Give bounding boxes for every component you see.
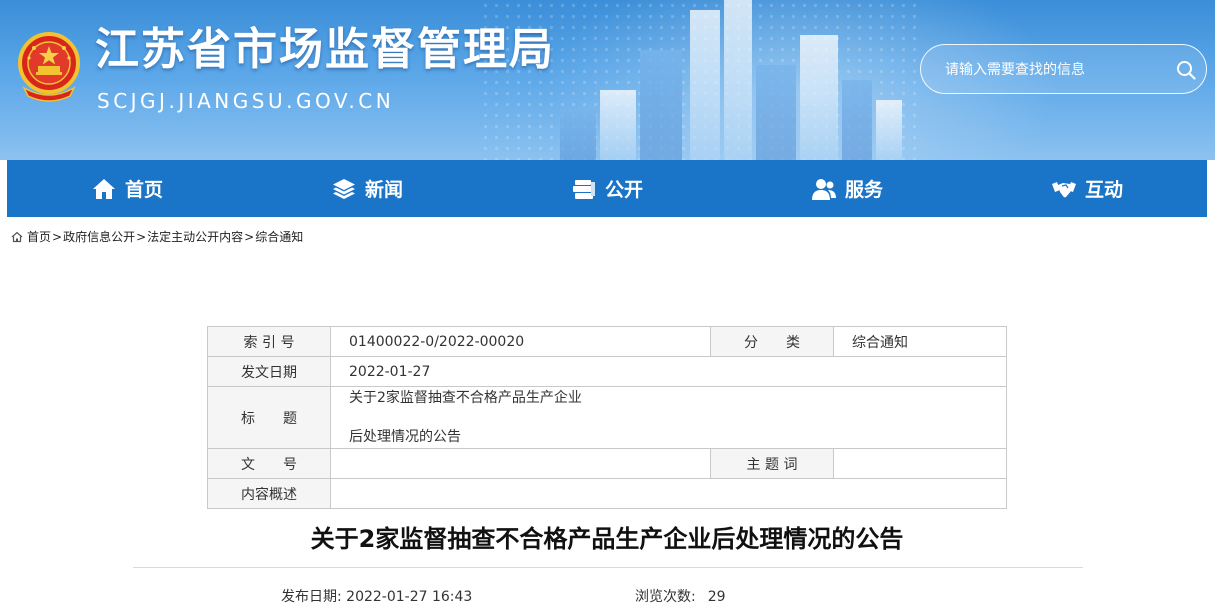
breadcrumb-home[interactable]: 首页 (27, 228, 51, 245)
skyline-building (800, 35, 838, 160)
table-row: 文 号 主 题 词 (207, 448, 1007, 479)
nav-item-home[interactable]: 首页 (79, 160, 175, 217)
table-row: 内容概述 (207, 478, 1007, 509)
site-url: SCJGJ.JIANGSU.GOV.CN (97, 89, 395, 113)
main-nav: 首页 新闻 公开 服务 互动 (7, 160, 1207, 217)
home-icon (92, 178, 115, 199)
keyword-label: 主 题 词 (710, 448, 834, 479)
nav-item-label: 服务 (844, 179, 883, 201)
views-count: 29 (707, 589, 726, 605)
table-row: 发文日期 2022-01-27 (207, 356, 1007, 387)
keyword-value (833, 448, 1007, 479)
document-stack-icon (572, 179, 595, 199)
breadcrumb-separator: > (136, 229, 147, 244)
nav-item-label: 首页 (124, 179, 163, 201)
views-label: 浏览次数: (635, 589, 696, 605)
skyline-building (842, 80, 872, 160)
table-row: 索 引 号 01400022-0/2022-00020 分 类 综合通知 (207, 326, 1007, 357)
users-icon (811, 178, 836, 200)
index-label: 索 引 号 (207, 326, 331, 357)
skyline-building (560, 110, 596, 160)
site-title: 江苏省市场监督管理局 (95, 24, 555, 75)
title-value: 关于2家监督抽查不合格产品生产企业 后处理情况的公告 (330, 386, 1007, 449)
breadcrumb-separator: > (52, 229, 63, 244)
docno-value (330, 448, 711, 479)
breadcrumb-general-notice[interactable]: 综合通知 (255, 228, 303, 245)
skyline-building (724, 0, 752, 160)
date-label: 发文日期 (207, 356, 331, 387)
category-value: 综合通知 (833, 326, 1007, 357)
date-value: 2022-01-27 (330, 356, 1007, 387)
publish-label: 发布日期: (281, 589, 342, 605)
breadcrumb-gov-info[interactable]: 政府信息公开 (63, 228, 135, 245)
nav-item-service[interactable]: 服务 (799, 160, 895, 217)
index-value: 01400022-0/2022-00020 (330, 326, 711, 357)
summary-value (330, 478, 1007, 509)
search-input[interactable] (945, 57, 1165, 83)
home-icon (11, 231, 23, 242)
title-value-line: 后处理情况的公告 (349, 429, 461, 445)
skyline-building (690, 10, 720, 160)
summary-label: 内容概述 (207, 478, 331, 509)
nav-item-label: 公开 (604, 179, 643, 201)
search-box (920, 44, 1207, 94)
main-content: 首页 > 政府信息公开 > 法定主动公开内容 > 综合通知 索 引 号 0140… (7, 217, 1207, 611)
breadcrumb-separator: > (244, 229, 255, 244)
title-label: 标 题 (207, 386, 331, 449)
nav-item-news[interactable]: 新闻 (319, 160, 415, 217)
category-label: 分 类 (710, 326, 834, 357)
skyline-building (756, 65, 796, 160)
title-value-line: 关于2家监督抽查不合格产品生产企业 (349, 390, 582, 406)
divider (133, 567, 1083, 568)
skyline-building (876, 100, 902, 160)
table-row: 标 题 关于2家监督抽查不合格产品生产企业 后处理情况的公告 (207, 386, 1007, 449)
handshake-icon (1051, 181, 1076, 197)
nav-item-label: 新闻 (364, 179, 403, 201)
document-meta-table: 索 引 号 01400022-0/2022-00020 分 类 综合通知 发文日… (207, 326, 1007, 509)
docno-label: 文 号 (207, 448, 331, 479)
publish-date: 2022-01-27 16:43 (346, 589, 473, 605)
breadcrumb: 首页 > 政府信息公开 > 法定主动公开内容 > 综合通知 (11, 228, 303, 245)
skyline-building (600, 90, 636, 160)
nav-item-interact[interactable]: 互动 (1039, 160, 1135, 217)
site-header: 江苏省市场监督管理局 SCJGJ.JIANGSU.GOV.CN (0, 0, 1215, 160)
layers-icon (332, 178, 355, 199)
skyline-building (640, 50, 682, 160)
publish-info: 发布日期: 2022-01-27 16:43 (281, 586, 472, 606)
nav-item-label: 互动 (1084, 179, 1123, 201)
breadcrumb-statutory[interactable]: 法定主动公开内容 (147, 228, 243, 245)
nav-item-public[interactable]: 公开 (559, 160, 655, 217)
national-emblem-icon (18, 32, 80, 102)
view-count-info: 浏览次数: 29 (635, 586, 726, 606)
search-icon[interactable] (1175, 59, 1197, 81)
article-title: 关于2家监督抽查不合格产品生产企业后处理情况的公告 (310, 525, 904, 553)
